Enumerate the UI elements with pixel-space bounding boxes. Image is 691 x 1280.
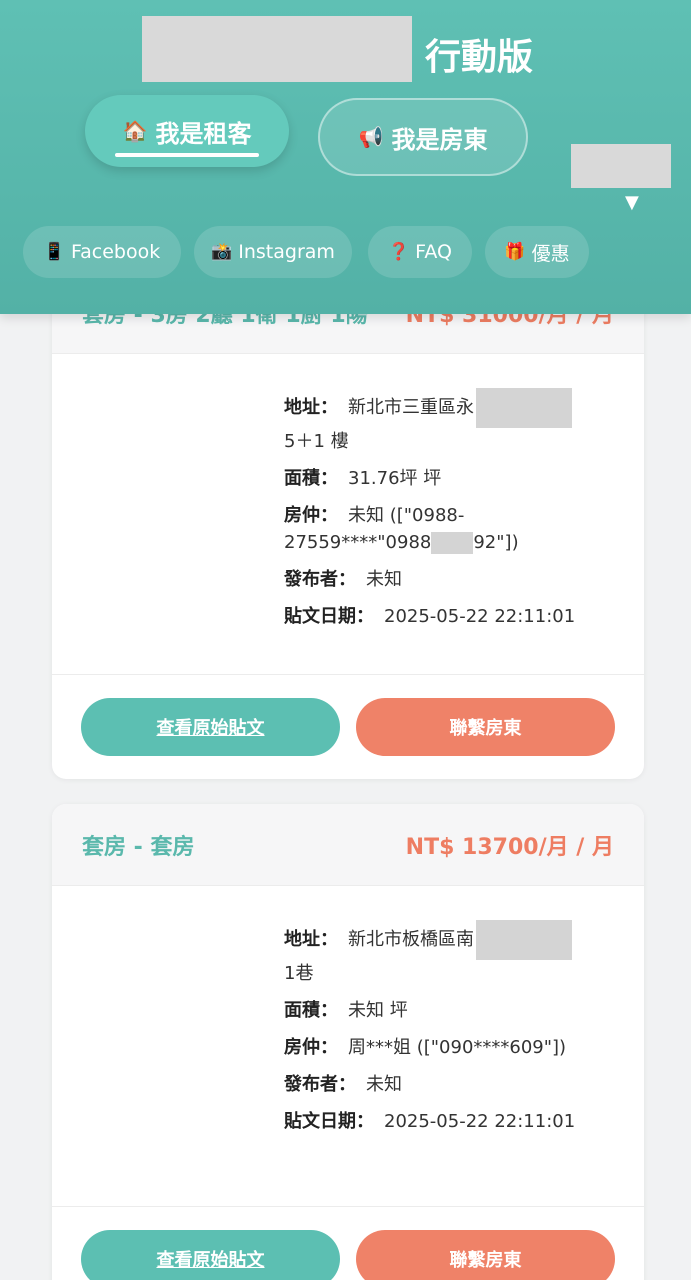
tab-tenant-label: 我是租客 (155, 119, 252, 148)
address-row: 地址： 新北市三重區永 5＋1 樓 (284, 388, 614, 455)
agent-label: 房仲： (284, 505, 338, 526)
address-value-cont: 5＋1 樓 (284, 431, 349, 452)
date-value: 2025-05-22 22:11:01 (384, 606, 576, 627)
room-price: NT$ 13700/月 / 月 (405, 834, 614, 860)
publisher-row: 發布者： 未知 (284, 1071, 614, 1098)
redaction-block (476, 388, 572, 428)
area-row: 面積： 31.76坪 坪 (284, 465, 614, 492)
address-row: 地址： 新北市板橋區南 1巷 (284, 920, 614, 987)
date-label: 貼文日期： (284, 606, 374, 627)
redacted-site-name (142, 16, 412, 82)
view-original-post-button[interactable]: 查看原始貼文 (81, 1230, 340, 1280)
view-original-post-button[interactable]: 查看原始貼文 (81, 698, 340, 756)
area-value: 未知 坪 (348, 1000, 408, 1021)
publisher-value: 未知 (366, 1074, 402, 1095)
date-row: 貼文日期： 2025-05-22 22:11:01 (284, 1108, 614, 1135)
app-title-suffix: 行動版 (425, 37, 534, 78)
faq-link[interactable]: ❓ FAQ (368, 226, 472, 278)
question-mark-icon: ❓ (388, 242, 410, 262)
area-label: 面積： (284, 468, 338, 489)
address-value-cont: 1巷 (284, 963, 314, 984)
megaphone-icon: 📢 (358, 125, 384, 149)
facebook-link-label: Facebook (70, 241, 161, 263)
listing-card: 套房 - 套房 NT$ 13700/月 / 月 地址： 新北市板橋區南 1巷 面積… (52, 804, 644, 1280)
deals-link[interactable]: 🎁 優惠 (485, 226, 589, 278)
deals-link-label: 優惠 (531, 242, 570, 265)
redacted-user-menu[interactable] (571, 144, 671, 188)
area-value: 31.76坪 坪 (348, 468, 442, 489)
camera-icon: 📸 (211, 242, 233, 262)
agent-value-end: 92"]) (473, 532, 519, 553)
agent-value: 未知 (["0988- (348, 505, 465, 526)
mobile-phone-icon: 📱 (43, 242, 65, 262)
date-label: 貼文日期： (284, 1111, 374, 1132)
publisher-label: 發布者： (284, 569, 356, 590)
tab-landlord-label: 我是房東 (391, 125, 488, 154)
listing-card: 套房 - 3房 2廳 1衛 1廚 1陽 NT$ 31000/月 / 月 地址：新… (52, 272, 644, 779)
redaction-block (431, 532, 474, 554)
address-label: 地址： (284, 929, 338, 950)
publisher-row: 發布者： 未知 (284, 566, 614, 593)
address-value: 新北市三重區永 (348, 397, 474, 418)
faq-link-label: FAQ (415, 241, 452, 263)
publisher-value: 未知 (366, 569, 402, 590)
agent-row: 房仲： 未知 (["0988- 27559****"0988 92"]) (284, 502, 614, 556)
tab-landlord[interactable]: 📢 我是房東 (318, 98, 528, 176)
area-row: 面積： 未知 坪 (284, 997, 614, 1024)
dropdown-caret-icon[interactable]: ▼ (625, 192, 639, 213)
address-label: 地址： (284, 397, 338, 418)
agent-row: 房仲： 周***姐 (["090****609"]) (284, 1034, 614, 1061)
instagram-link-label: Instagram (238, 241, 335, 263)
date-row: 貼文日期： 2025-05-22 22:11:01 (284, 603, 614, 630)
facebook-link[interactable]: 📱 Facebook (23, 226, 181, 278)
listing-details: 地址： 新北市板橋區南 1巷 面積： 未知 坪 房仲： 周***姐 (["090***… (52, 886, 644, 1207)
agent-value-cont: 27559****"0988 (284, 532, 432, 553)
instagram-link[interactable]: 📸 Instagram (194, 226, 352, 278)
agent-value: 周***姐 (["090****609"]) (348, 1037, 567, 1058)
house-icon: 🏠 (122, 119, 148, 143)
publisher-label: 發布者： (284, 1074, 356, 1095)
contact-landlord-button[interactable]: 聯繫房東 (356, 698, 615, 756)
gift-icon: 🎁 (504, 242, 526, 262)
listing-card-header: 套房 - 套房 NT$ 13700/月 / 月 (52, 804, 644, 886)
redaction-block (476, 920, 572, 960)
tab-tenant[interactable]: 🏠 我是租客 (85, 95, 289, 167)
date-value: 2025-05-22 22:11:01 (384, 1111, 576, 1132)
room-type: 套房 - 套房 (82, 834, 195, 860)
app-header: 行動版 🏠 我是租客 📢 我是房東 ▼ 📱 Facebook 📸 Instagr… (0, 0, 691, 314)
area-label: 面積： (284, 1000, 338, 1021)
address-value: 新北市板橋區南 (348, 929, 474, 950)
agent-label: 房仲： (284, 1037, 338, 1058)
active-tab-indicator (115, 153, 259, 157)
contact-landlord-button[interactable]: 聯繫房東 (356, 1230, 615, 1280)
listing-details: 地址： 新北市三重區永 5＋1 樓 面積： 31.76坪 坪 房仲： 未知 (["09… (52, 354, 644, 675)
